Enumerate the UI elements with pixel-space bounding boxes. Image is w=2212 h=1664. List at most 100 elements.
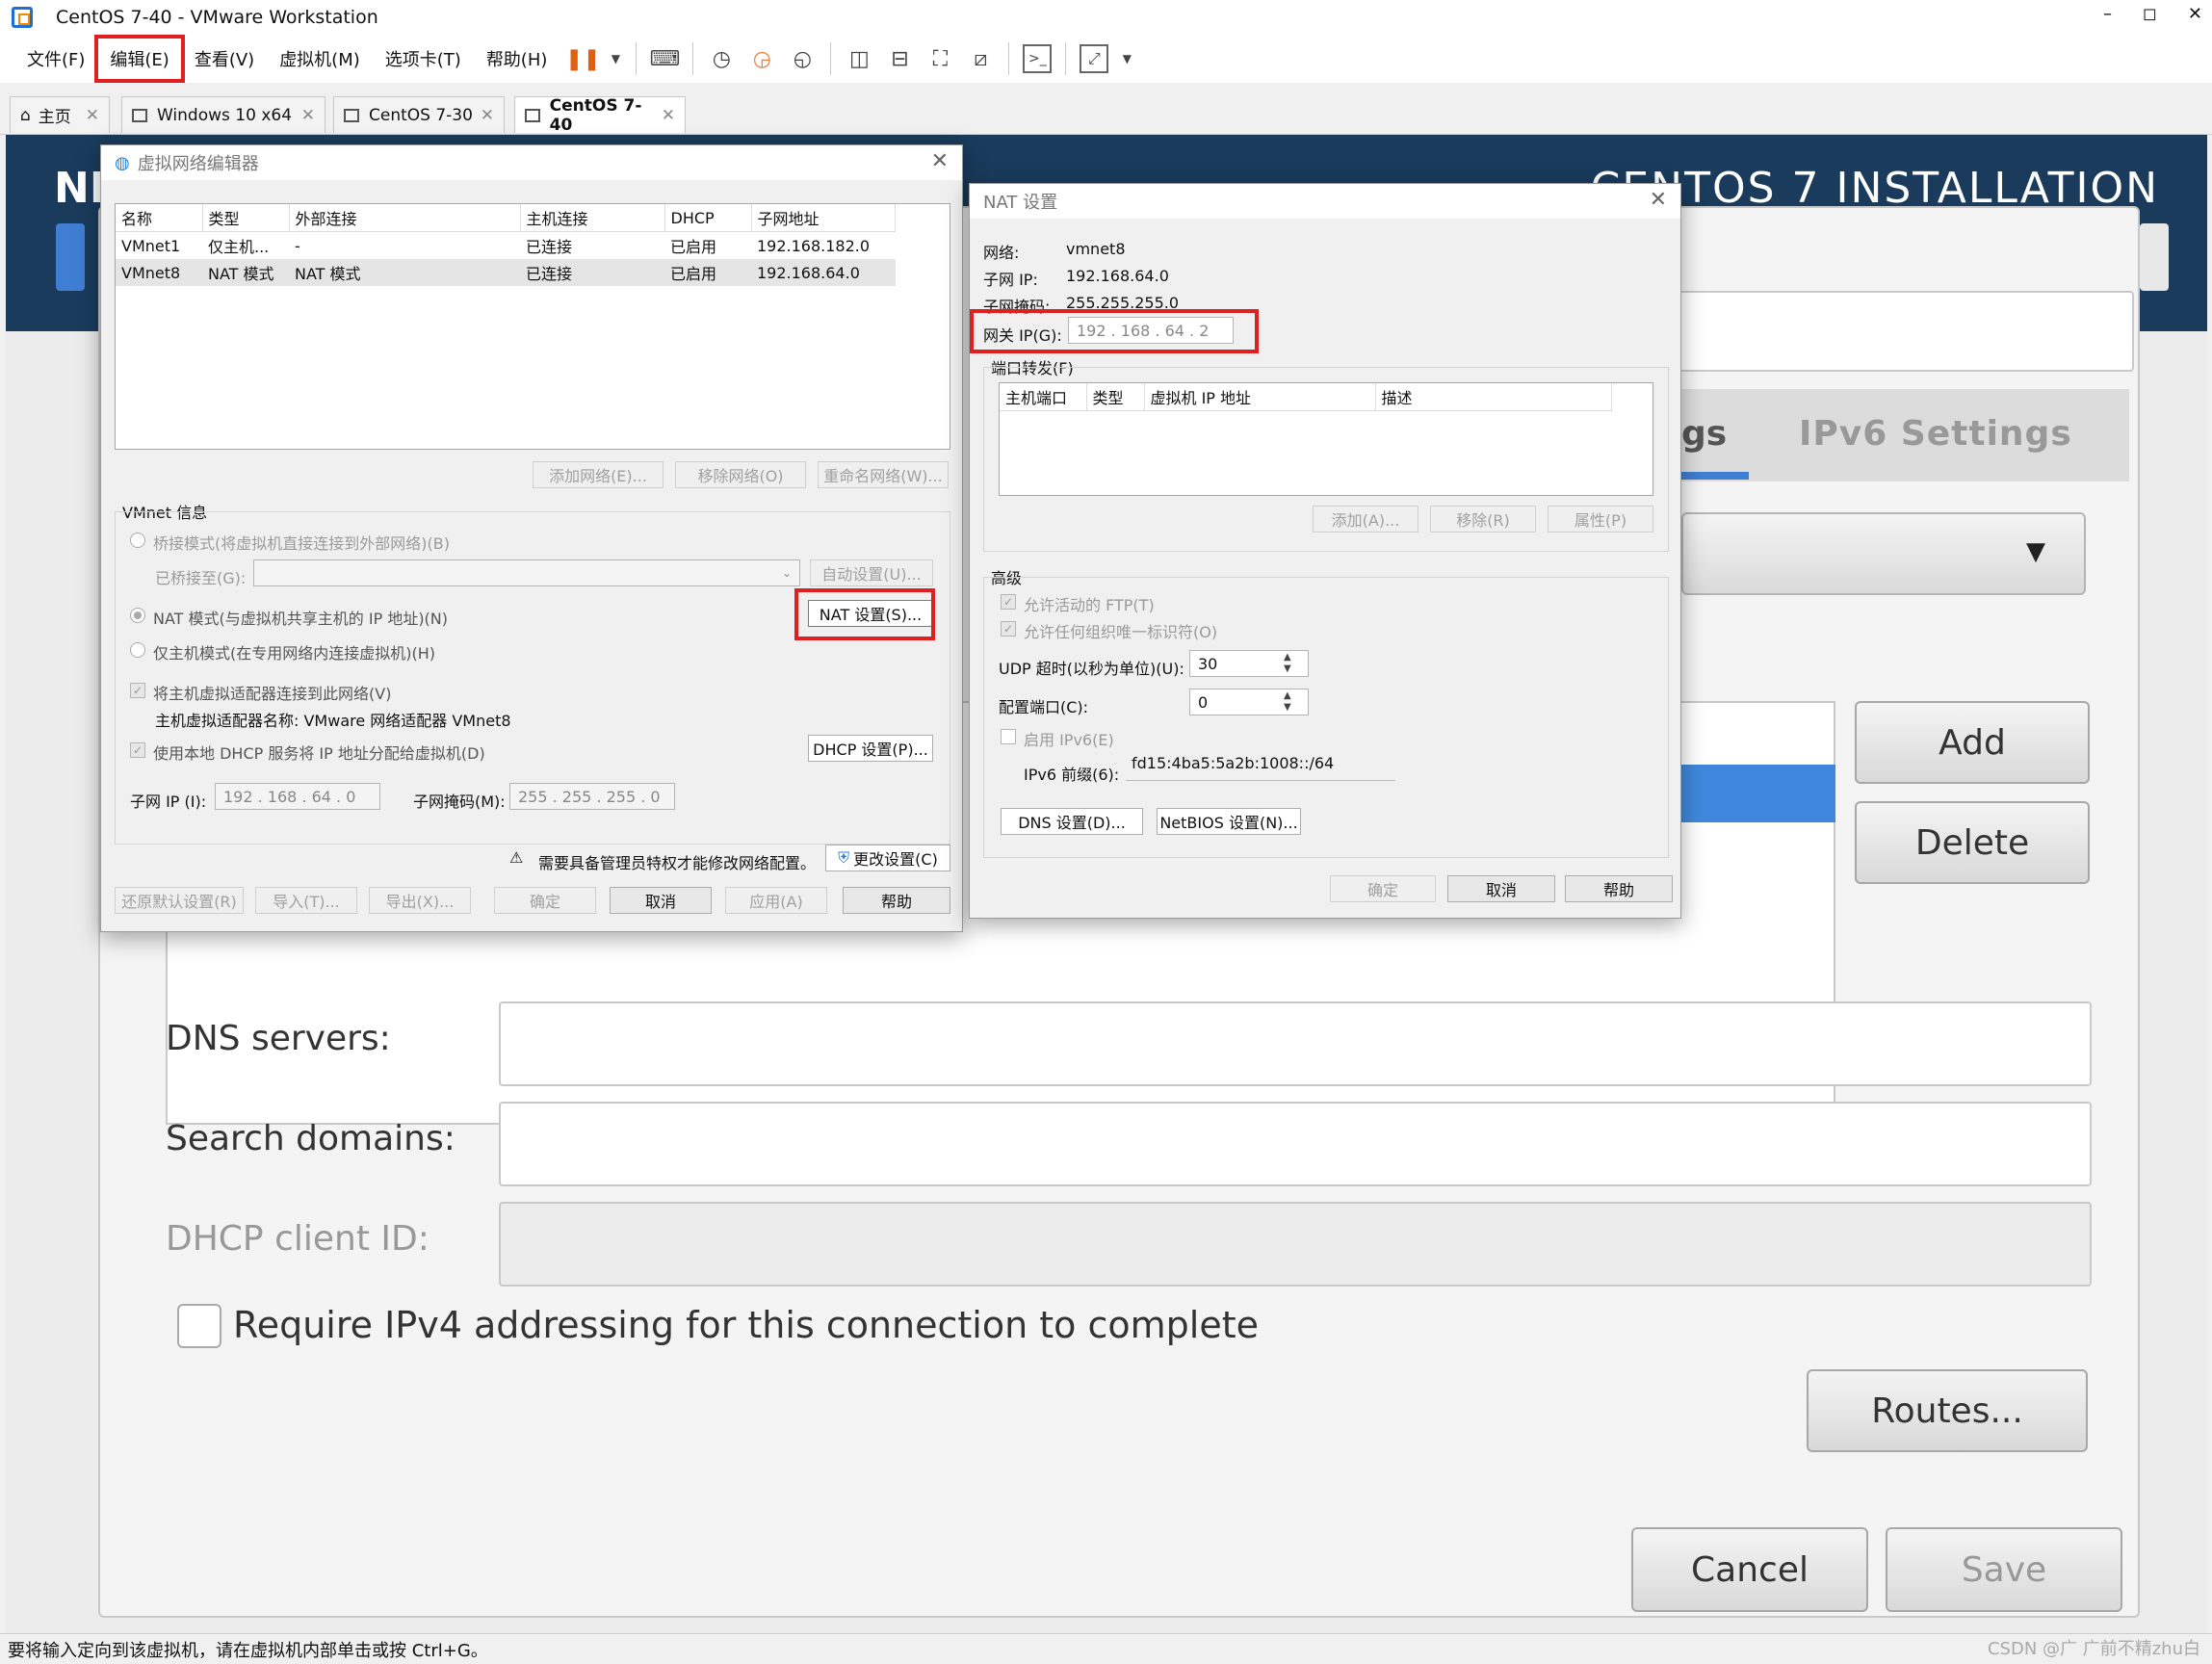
maximize-button[interactable]: ◻ [2143, 4, 2157, 24]
ipv6-prefix-field[interactable]: fd15:4ba5:5a2b:1008::/64 [1126, 754, 1395, 781]
require-ipv4-checkbox[interactable] [177, 1304, 221, 1348]
routes-button[interactable]: Routes... [1807, 1369, 2088, 1452]
port-forward-table[interactable]: 主机端口 类型 虚拟机 IP 地址 描述 [999, 382, 1653, 496]
cancel-button[interactable]: 取消 [610, 887, 712, 914]
close-icon[interactable]: ✕ [931, 149, 949, 173]
stretch-dropdown-icon[interactable]: ▼ [1120, 44, 1133, 73]
connect-adapter-checkbox[interactable]: ✓ [130, 683, 145, 698]
col-vm-ip[interactable]: 虚拟机 IP 地址 [1144, 383, 1376, 411]
col-external[interactable]: 外部连接 [289, 204, 521, 232]
help-button[interactable]: 帮助 [1565, 875, 1673, 902]
menu-help[interactable]: 帮助(H) [477, 40, 558, 77]
tab-centos-7-40[interactable]: CentOS 7-40 ✕ [514, 96, 686, 135]
banner-right-button [2140, 223, 2169, 291]
cell: 已启用 [664, 259, 751, 286]
dropdown-arrow-icon[interactable]: ▼ [609, 44, 622, 73]
connect-adapter-label: 将主机虚拟适配器连接到此网络(V) [153, 685, 392, 703]
import-button[interactable]: 导入(T)... [255, 887, 357, 914]
fullscreen-icon[interactable]: ⛶ [925, 44, 954, 73]
close-window-button[interactable]: ✕ [2188, 4, 2202, 24]
sidebar-view-icon[interactable]: ◫ [845, 44, 873, 73]
address-row-selected[interactable] [1679, 765, 1835, 822]
enable-ipv6-checkbox[interactable] [1001, 729, 1016, 744]
tab-windows10[interactable]: Windows 10 x64 ✕ [121, 96, 325, 133]
help-button[interactable]: 帮助 [843, 887, 950, 914]
ok-button[interactable]: 确定 [494, 887, 596, 914]
col-host[interactable]: 主机连接 [520, 204, 665, 232]
close-tab-icon[interactable]: ✕ [86, 106, 99, 125]
cancel-button[interactable]: Cancel [1631, 1527, 1868, 1612]
cancel-button[interactable]: 取消 [1447, 875, 1555, 902]
stepper-arrows-icon[interactable]: ▲ ▼ [1284, 652, 1291, 675]
menu-view[interactable]: 查看(V) [185, 40, 264, 77]
ok-button[interactable]: 确定 [1330, 875, 1436, 902]
method-dropdown[interactable]: ▼ [1681, 512, 2086, 595]
allow-oui-checkbox[interactable]: ✓ [1001, 621, 1016, 637]
netbios-settings-button[interactable]: NetBIOS 设置(N)... [1157, 808, 1301, 835]
allow-ftp-checkbox[interactable]: ✓ [1001, 594, 1016, 610]
send-ctrl-alt-del-icon[interactable]: ⌨ [650, 44, 681, 73]
nat-mode-radio[interactable] [130, 608, 145, 623]
network-table[interactable]: 名称 类型 外部连接 主机连接 DHCP 子网地址 VMnet1 仅主机... … [115, 203, 950, 450]
bridge-mode-radio[interactable] [130, 533, 145, 548]
auto-settings-button[interactable]: 自动设置(U)... [810, 559, 933, 586]
close-icon[interactable]: ✕ [1650, 188, 1667, 212]
snapshot-icon[interactable]: ◷ [707, 44, 736, 73]
restore-defaults-button[interactable]: 还原默认设置(R) [115, 887, 244, 914]
tab-centos-7-30[interactable]: CentOS 7-30 ✕ [333, 96, 505, 133]
col-subnet[interactable]: 子网地址 [751, 204, 896, 232]
remove-port-button[interactable]: 移除(R) [1430, 506, 1536, 533]
col-dhcp[interactable]: DHCP [664, 204, 752, 232]
export-button[interactable]: 导出(X)... [369, 887, 471, 914]
col-name[interactable]: 名称 [116, 204, 203, 232]
subnet-mask-field[interactable]: 255 . 255 . 255 . 0 [509, 783, 675, 810]
add-network-button[interactable]: 添加网络(E)... [533, 461, 664, 488]
delete-address-button[interactable]: Delete [1855, 801, 2090, 884]
col-type[interactable]: 类型 [1086, 383, 1145, 411]
menu-edit[interactable]: 编辑(E) [94, 35, 185, 83]
add-address-button[interactable]: Add [1855, 701, 2090, 784]
add-port-button[interactable]: 添加(A)... [1313, 506, 1418, 533]
status-text: 要将输入定向到该虚拟机，请在虚拟机内部单击或按 Ctrl+G。 [8, 1640, 488, 1661]
col-host-port[interactable]: 主机端口 [1000, 383, 1087, 411]
change-settings-button[interactable]: ⛨ 更改设置(C) [825, 845, 950, 871]
table-row-selected[interactable]: VMnet8 NAT 模式 NAT 模式 已连接 已启用 192.168.64.… [116, 259, 896, 286]
use-dhcp-checkbox[interactable]: ✓ [130, 742, 145, 758]
tab-ipv4-settings[interactable]: gs [1681, 414, 1727, 454]
close-tab-icon[interactable]: ✕ [662, 106, 675, 125]
dns-settings-button[interactable]: DNS 设置(D)... [1001, 808, 1143, 835]
menu-tabs[interactable]: 选项卡(T) [376, 40, 471, 77]
table-row[interactable]: VMnet1 仅主机... - 已连接 已启用 192.168.182.0 [116, 232, 896, 260]
close-tab-icon[interactable]: ✕ [301, 106, 315, 125]
search-domains-field[interactable] [499, 1102, 2092, 1186]
apply-button[interactable]: 应用(A) [725, 887, 827, 914]
revert-snapshot-icon[interactable]: ◶ [747, 44, 776, 73]
stepper-arrows-icon[interactable]: ▲ ▼ [1284, 690, 1291, 714]
bridged-to-select[interactable]: ⌄ [253, 559, 800, 586]
stretch-icon[interactable]: ⤢ [1080, 44, 1109, 73]
cell: 仅主机... [208, 238, 270, 256]
subnet-ip-field[interactable]: 192 . 168 . 64 . 0 [215, 783, 380, 810]
menu-file[interactable]: 文件(F) [17, 40, 94, 77]
tab-home[interactable]: ⌂ 主页 ✕ [10, 96, 110, 133]
console-icon[interactable]: >_ [1023, 44, 1053, 73]
col-type[interactable]: 类型 [202, 204, 290, 232]
unity-icon[interactable]: ⧄ [966, 44, 995, 73]
save-button[interactable]: Save [1886, 1527, 2122, 1612]
host-only-radio[interactable] [130, 642, 145, 658]
thumbnail-view-icon[interactable]: ⊟ [885, 44, 914, 73]
virtual-network-editor-dialog: ◍ 虚拟网络编辑器 ✕ 名称 类型 外部连接 主机连接 DHCP 子网地址 VM… [100, 144, 963, 932]
col-desc[interactable]: 描述 [1375, 383, 1612, 411]
dns-servers-field[interactable] [499, 1001, 2092, 1086]
properties-button[interactable]: 属性(P) [1548, 506, 1653, 533]
tab-ipv6-settings[interactable]: IPv6 Settings [1799, 414, 2072, 454]
dhcp-settings-button[interactable]: DHCP 设置(P)... [808, 735, 933, 762]
vmware-logo-icon [12, 7, 33, 28]
snapshot-manager-icon[interactable]: ◵ [788, 44, 817, 73]
pause-icon[interactable]: ❚❚ [565, 44, 601, 73]
close-tab-icon[interactable]: ✕ [481, 106, 494, 125]
rename-network-button[interactable]: 重命名网络(W)... [818, 461, 949, 488]
menu-vm[interactable]: 虚拟机(M) [270, 40, 370, 77]
minimize-button[interactable]: – [2103, 4, 2112, 24]
remove-network-button[interactable]: 移除网络(O) [675, 461, 806, 488]
